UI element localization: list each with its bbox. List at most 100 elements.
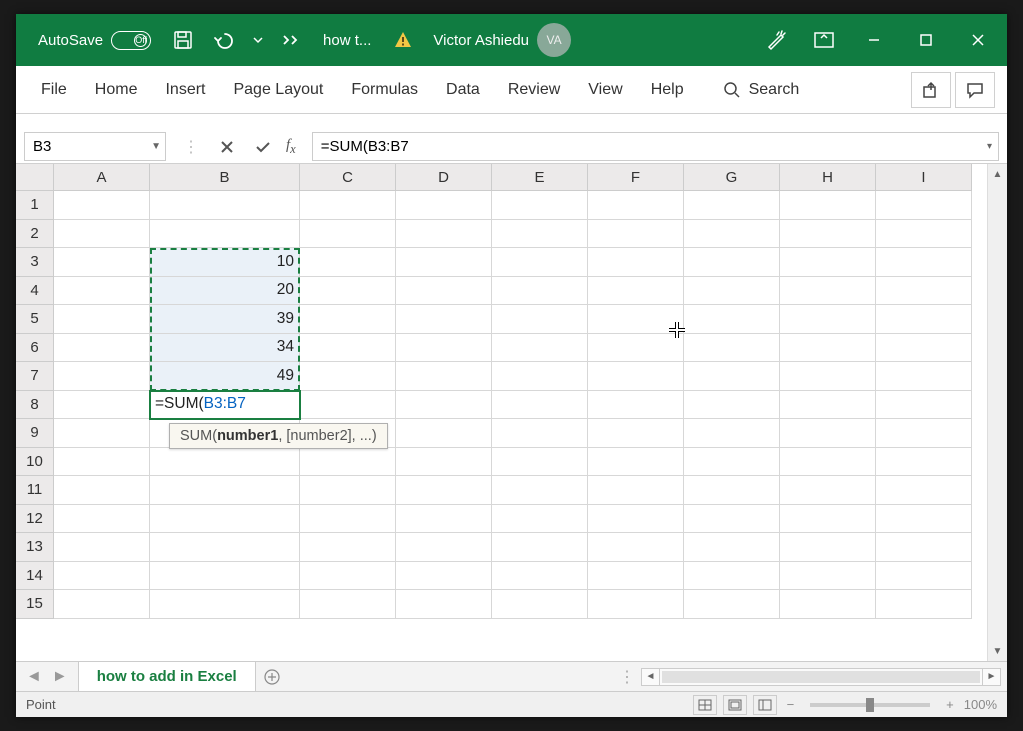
cell-A11[interactable] [54,476,150,505]
cell-C6[interactable] [300,334,396,363]
zoom-level[interactable]: 100% [964,697,997,712]
cell-G11[interactable] [684,476,780,505]
cell-E3[interactable] [492,248,588,277]
cell-G8[interactable] [684,391,780,420]
sheet-tab-active[interactable]: how to add in Excel [78,661,256,691]
col-header-D[interactable]: D [396,164,492,191]
cell-A7[interactable] [54,362,150,391]
cell-I6[interactable] [876,334,972,363]
cell-G13[interactable] [684,533,780,562]
cell-D8[interactable] [396,391,492,420]
cell-I10[interactable] [876,448,972,477]
chevron-down-icon[interactable]: ▾ [987,141,992,152]
col-header-C[interactable]: C [300,164,396,191]
cell-C5[interactable] [300,305,396,334]
cell-I12[interactable] [876,505,972,534]
row-header-14[interactable]: 14 [16,562,54,591]
cell-F6[interactable] [588,334,684,363]
tab-insert[interactable]: Insert [152,75,218,105]
tab-help[interactable]: Help [638,75,697,105]
cell-D6[interactable] [396,334,492,363]
cell-I3[interactable] [876,248,972,277]
chevron-down-icon[interactable]: ▼ [151,141,161,152]
scroll-left-icon[interactable]: ◄ [642,669,660,685]
enter-formula-button[interactable] [248,133,278,161]
formula-input[interactable]: =SUM(B3:B7 ▾ [312,132,999,161]
cell-A1[interactable] [54,191,150,220]
cell-F12[interactable] [588,505,684,534]
cell-C12[interactable] [300,505,396,534]
ribbon-display-icon[interactable] [803,32,845,48]
cell-D11[interactable] [396,476,492,505]
cell-E11[interactable] [492,476,588,505]
next-sheet-icon[interactable]: ► [52,668,68,686]
cell-C14[interactable] [300,562,396,591]
tab-data[interactable]: Data [433,75,493,105]
cell-I11[interactable] [876,476,972,505]
row-header-10[interactable]: 10 [16,448,54,477]
tab-view[interactable]: View [575,75,635,105]
cell-B13[interactable] [150,533,300,562]
cell-B11[interactable] [150,476,300,505]
row-header-12[interactable]: 12 [16,505,54,534]
cell-E14[interactable] [492,562,588,591]
prev-sheet-icon[interactable]: ◄ [26,668,42,686]
cell-A9[interactable] [54,419,150,448]
cell-E12[interactable] [492,505,588,534]
zoom-out-button[interactable]: − [787,697,795,712]
cell-G14[interactable] [684,562,780,591]
cell-C2[interactable] [300,220,396,249]
cell-C7[interactable] [300,362,396,391]
row-header-15[interactable]: 15 [16,590,54,619]
col-header-G[interactable]: G [684,164,780,191]
cell-F5[interactable] [588,305,684,334]
cell-A5[interactable] [54,305,150,334]
cell-G10[interactable] [684,448,780,477]
cell-D10[interactable] [396,448,492,477]
cell-I7[interactable] [876,362,972,391]
cell-H6[interactable] [780,334,876,363]
cell-E6[interactable] [492,334,588,363]
cell-F11[interactable] [588,476,684,505]
tab-review[interactable]: Review [495,75,573,105]
cell-E7[interactable] [492,362,588,391]
cancel-formula-button[interactable] [212,133,242,161]
cell-F15[interactable] [588,590,684,619]
cell-H10[interactable] [780,448,876,477]
zoom-in-button[interactable]: + [946,697,954,712]
view-normal-button[interactable] [693,695,717,715]
cell-G9[interactable] [684,419,780,448]
cell-A4[interactable] [54,277,150,306]
row-header-4[interactable]: 4 [16,277,54,306]
maximize-button[interactable] [903,18,949,62]
cell-E4[interactable] [492,277,588,306]
cell-G6[interactable] [684,334,780,363]
cell-G2[interactable] [684,220,780,249]
more-commands-icon[interactable] [273,34,309,46]
scroll-down-icon[interactable]: ▼ [988,641,1007,661]
cell-H14[interactable] [780,562,876,591]
pen-icon[interactable] [755,29,797,51]
row-header-11[interactable]: 11 [16,476,54,505]
cell-D5[interactable] [396,305,492,334]
cell-D4[interactable] [396,277,492,306]
row-header-3[interactable]: 3 [16,248,54,277]
cell-H12[interactable] [780,505,876,534]
cell-B8[interactable]: =SUM(B3:B7 [150,391,300,420]
cell-D1[interactable] [396,191,492,220]
minimize-button[interactable] [851,18,897,62]
cell-B4[interactable]: 20 [150,277,300,306]
cell-C11[interactable] [300,476,396,505]
cell-B6[interactable]: 34 [150,334,300,363]
cell-B7[interactable]: 49 [150,362,300,391]
cell-I13[interactable] [876,533,972,562]
cell-D13[interactable] [396,533,492,562]
row-header-7[interactable]: 7 [16,362,54,391]
cell-F14[interactable] [588,562,684,591]
autosave-switch[interactable]: Off [111,31,151,50]
row-header-2[interactable]: 2 [16,220,54,249]
cell-I5[interactable] [876,305,972,334]
undo-icon[interactable] [207,30,243,50]
cell-F13[interactable] [588,533,684,562]
cell-I1[interactable] [876,191,972,220]
